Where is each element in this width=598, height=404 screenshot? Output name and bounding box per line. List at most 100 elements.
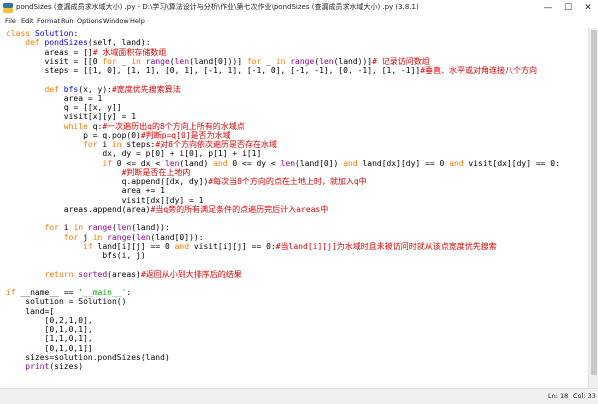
code-token: 0 <= dy < [232,158,281,168]
keyword-token: in [275,56,291,66]
keyword-token: and [449,158,469,168]
builtin-token: range [290,56,315,66]
definition-token: Solution [34,29,74,38]
vertical-scrollbar[interactable] [588,28,598,388]
code-token: land[dx][dy] == 0 [362,158,450,168]
code-token: visit[x][y] = 1 [6,112,137,122]
code-token: steps: [126,140,156,149]
keyword-token: for [102,56,122,66]
menu-edit[interactable]: Edit [21,17,34,25]
comment-token: #对8个方向依次遍历是否存在水域 [155,140,277,149]
status-line: Ln: 18 [548,392,569,400]
code-line[interactable]: areas.append(area)#当q旁的所有满足条件的点遍历完后计入are… [6,205,328,215]
code-token: q = [[x, y]] [6,103,122,112]
code-token: (land[0]))] [189,56,247,66]
code-token: areas = [] [6,47,93,57]
menu-run[interactable]: Run [61,17,73,25]
code-token: i [63,223,74,233]
code-token: : [73,29,79,38]
menu-file[interactable]: File [5,17,16,25]
comment-token: #当q旁的所有满足条件的点遍历完后计入areas中 [150,204,329,214]
code-token: areas.append(area) [6,204,151,214]
comment-token: #一次遍历出q的8个方向上所有的水域点 [102,121,245,131]
code-token: _ [121,56,132,66]
builtin-token: len [116,223,132,233]
menu-help[interactable]: Help [130,17,145,25]
keyword-token: for [63,232,84,242]
keyword-token: in [131,56,146,66]
comment-token: #每次当8个方向的点在土地上时，就加入q中 [208,177,367,186]
code-token: (land) [179,158,214,168]
keyword-token: and [174,241,194,251]
code-line[interactable]: bfs(i, j) [6,251,146,261]
code-token: (land)): [131,223,170,233]
code-token: (self, land): [87,38,151,48]
builtin-token: range [145,56,170,66]
keyword-token: for [44,223,64,233]
code-line[interactable]: steps = [[1, 0], [1, 1], [0, 1], [-1, 1]… [6,66,538,76]
code-token: q.append([dx, dy]) [6,177,209,186]
code-token: p = q.pop(0) [6,130,141,140]
code-token: land[i][j] == 0 [97,241,175,251]
title-bar[interactable]: pondSizes (查漏成员求水域大小) .py - D:\学习\算法设计与分… [0,0,598,17]
keyword-token: if [102,158,117,168]
menu-options[interactable]: Options [77,17,102,25]
builtin-token: print [25,362,50,371]
keyword-token: return [44,269,79,279]
keyword-token: and [213,158,233,168]
window-title: pondSizes (查漏成员求水域大小) .py - D:\学习\算法设计与分… [16,3,419,11]
string-token: '__main__' [78,288,127,297]
code-token: _ [266,56,276,66]
code-token: (sizes) [49,362,84,371]
keyword-token: in [73,223,88,233]
code-editor[interactable]: class Solution: def pondSizes(self, land… [0,28,588,388]
code-token: (land[0]) [295,158,344,168]
maximize-button[interactable]: ☐ [558,0,578,16]
builtin-token: range [107,232,132,242]
builtin-token: len [174,56,190,66]
builtin-token: len [136,232,151,242]
comment-token: #判断p=q[0]是否为水域 [140,130,231,140]
close-button[interactable]: ✕ [578,0,598,16]
keyword-token: for [83,140,103,149]
code-token: visit[i][j] == 0: [193,241,276,251]
comment-token: #判断是否在上地内 [121,167,191,177]
code-token: (x, y): [78,84,112,94]
status-bar: Ln: 18 Col: 33 [0,388,598,404]
keyword-token: for [246,56,267,66]
menu-format[interactable]: Format [37,17,60,25]
code-token: dx, dy = p[0] + i[0], p[1] + i[1] [6,149,262,159]
menu-window[interactable]: Window [103,17,129,25]
keyword-token: in [92,232,108,242]
keyword-token: if [6,288,21,297]
definition-token: bfs [63,84,79,94]
keyword-token: if [83,241,98,251]
code-token: bfs(i, j) [6,251,146,260]
code-token: (land[0])): [150,232,204,242]
code-line[interactable]: return sorted(areas)#返回从小到大排序后的结果 [6,270,242,280]
code-token: steps = [[1, 0], [1, 1], [0, 1], [-1, 1]… [6,66,421,75]
code-token: j [83,232,93,242]
keyword-token: def [25,38,45,48]
builtin-token: len [280,158,296,168]
status-column: Col: 33 [573,392,596,400]
comment-token: #返回从小到大排序后的结果 [140,269,242,279]
scrollbar-thumb[interactable] [591,30,597,375]
comment-token: #当land[i][j]为水域时且未被访问时就从该点宽度优先搜索 [275,241,497,251]
code-token: area = 1 [6,93,103,103]
code-token: [0,1,0,1], [6,325,93,334]
python-idle-icon [3,3,13,13]
code-token: [0,1,0,1]] [6,343,93,353]
minimize-button[interactable]: — [538,0,558,16]
code-token: sizes=solution.pondSizes(land) [6,352,170,362]
code-line[interactable]: print(sizes) [6,362,83,372]
code-token: [0,2,1,0], [6,315,93,325]
